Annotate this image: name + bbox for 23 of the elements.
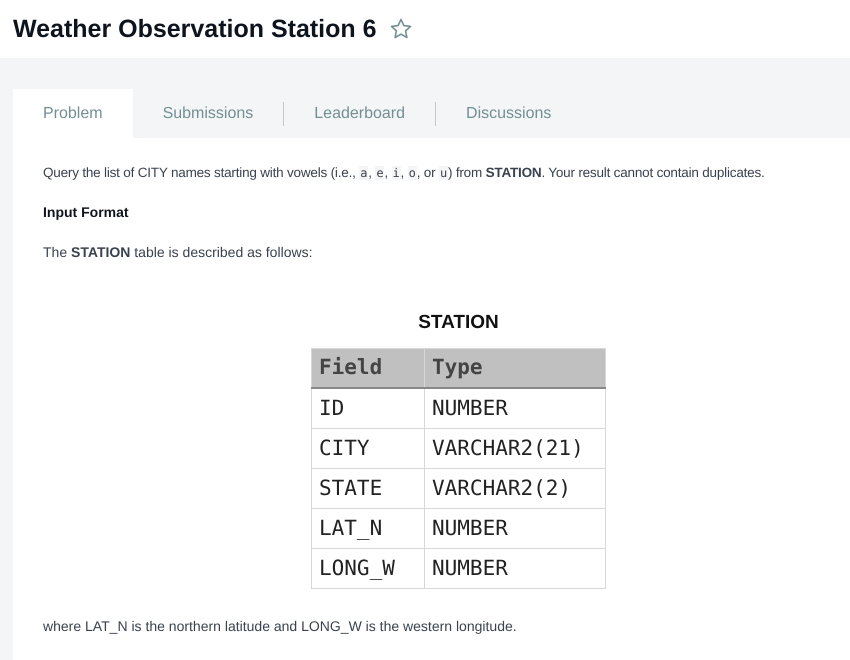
field-note: where LAT_N is the northern latitude and LONG_W is the western longitude. (43, 616, 518, 636)
table-cell: STATE (312, 468, 424, 508)
tab[interactable]: Submissions (132, 89, 284, 138)
tab[interactable]: Discussions (436, 89, 582, 138)
table-cell: NUMBER (424, 548, 606, 588)
star-icon[interactable] (388, 17, 413, 41)
table-intro: The STATION table is described as follows: (43, 243, 314, 262)
column-header: Type (424, 348, 606, 388)
table-cell: VARCHAR2(2) (424, 468, 606, 508)
table-cell: ID (312, 388, 424, 428)
table-cell: VARCHAR2(21) (424, 428, 606, 468)
section-heading: Input Format (43, 203, 130, 222)
tab[interactable]: Leaderboard (284, 89, 436, 138)
table-cell: NUMBER (424, 388, 606, 428)
table-cell: NUMBER (424, 508, 606, 548)
table-title: STATION (418, 311, 499, 336)
column-header: Field (312, 348, 424, 388)
table-cell: LONG_W (312, 548, 424, 588)
problem-statement: Query the list of CITY names starting with vowels (i.e., a, e, i, o, or u) from STATION. Your result cannot contain duplicates. (43, 164, 766, 182)
table-cell: CITY (312, 428, 424, 468)
table-cell: LAT_N (312, 508, 424, 548)
tab[interactable]: Problem (13, 89, 133, 138)
page-title: Weather Observation Station 6 (13, 16, 377, 42)
